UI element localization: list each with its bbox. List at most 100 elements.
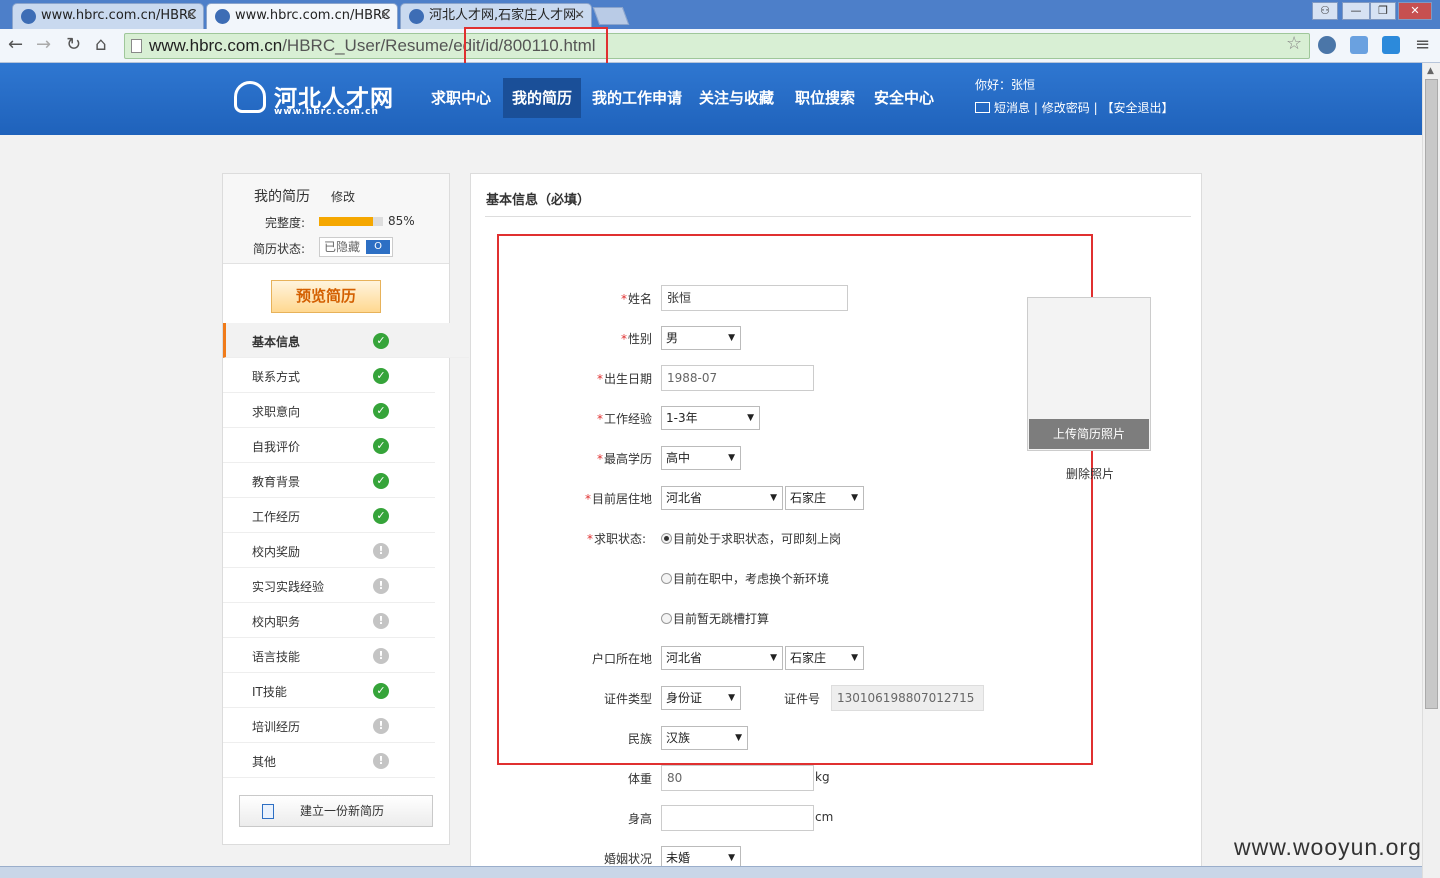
- greeting: 你好：张恒: [975, 78, 1036, 92]
- reload-icon[interactable]: ↻: [66, 34, 81, 55]
- sidebar-item[interactable]: 校内奖励!: [223, 533, 435, 568]
- sidebar-item[interactable]: 联系方式 ✓: [223, 358, 435, 393]
- user-icon[interactable]: ⚇: [1312, 2, 1338, 20]
- sidebar-item[interactable]: 自我评价 ✓: [223, 428, 435, 463]
- close-tab-icon[interactable]: ✕: [186, 4, 197, 28]
- height-unit: cm: [815, 810, 834, 824]
- sidebar-item-label: IT技能: [252, 685, 287, 699]
- job-status-option-1[interactable]: 目前处于求职状态，可即刻上岗: [661, 530, 841, 547]
- nav-security[interactable]: 安全中心: [865, 78, 943, 118]
- logout-link[interactable]: 【安全退出】: [1101, 101, 1173, 115]
- minimize-icon[interactable]: —: [1342, 2, 1370, 20]
- delete-photo-link[interactable]: 删除照片: [1066, 465, 1114, 482]
- scroll-thumb[interactable]: [1425, 79, 1438, 709]
- sidebar-item-label: 校内职务: [252, 615, 301, 629]
- id-number-label: 证件号: [784, 692, 821, 706]
- sidebar-item[interactable]: 求职意向 ✓: [223, 393, 435, 428]
- sidebar-item[interactable]: 校内职务!: [223, 603, 435, 638]
- home-icon[interactable]: ⌂: [95, 34, 106, 55]
- page-icon: [131, 39, 142, 53]
- job-status-option-2[interactable]: 目前在职中，考虑换个新环境: [661, 570, 829, 587]
- weight-input[interactable]: 80: [661, 765, 814, 791]
- extension-icon[interactable]: [1382, 36, 1400, 54]
- resume-summary: 我的简历 修改 完整度: 85% 简历状态: 已隐藏 O: [223, 174, 449, 264]
- dropdown-arrow-icon: ▼: [728, 453, 735, 463]
- restore-icon[interactable]: ❐: [1370, 2, 1396, 20]
- browser-tab-3[interactable]: 河北人才网,石家庄人才网- ✕: [400, 3, 592, 29]
- sidebar-item[interactable]: 实习实践经验!: [223, 568, 435, 603]
- back-icon[interactable]: ←: [8, 34, 23, 55]
- height-label: 身高: [627, 812, 652, 826]
- ethnic-select[interactable]: 汉族 ▼: [661, 726, 748, 750]
- browser-tab-2[interactable]: www.hbrc.com.cn/HBRC ✕: [206, 3, 398, 29]
- nav-job-search[interactable]: 职位搜索: [786, 78, 864, 118]
- dropdown-arrow-icon: ▼: [770, 653, 777, 663]
- mail-icon: [975, 102, 990, 113]
- sidebar-item-label: 基本信息: [252, 335, 301, 349]
- id-type-select[interactable]: 身份证 ▼: [661, 686, 741, 710]
- messages-link[interactable]: 短消息: [994, 101, 1030, 115]
- watermark: www.wooyun.org: [1234, 834, 1422, 860]
- sidebar-item[interactable]: 语言技能!: [223, 638, 435, 673]
- dropdown-arrow-icon: ▼: [735, 733, 742, 743]
- browser-tab-1[interactable]: www.hbrc.com.cn/HBRC ✕: [12, 3, 204, 29]
- job-status-option-3[interactable]: 目前暂无跳槽打算: [661, 610, 769, 627]
- completeness-label: 完整度:: [265, 216, 306, 230]
- extension-icon[interactable]: [1318, 36, 1336, 54]
- weight-unit: kg: [815, 770, 830, 784]
- education-select[interactable]: 高中 ▼: [661, 446, 741, 470]
- birth-date-input[interactable]: 1988-07: [661, 365, 814, 391]
- site-favicon-icon: [409, 9, 424, 24]
- close-window-icon[interactable]: ✕: [1398, 2, 1432, 20]
- experience-select[interactable]: 1-3年 ▼: [661, 406, 760, 430]
- nav-job-center[interactable]: 求职中心: [422, 78, 500, 118]
- forward-icon[interactable]: →: [36, 34, 51, 55]
- address-bar[interactable]: www.hbrc.com.cn/HBRC_User/Resume/edit/id…: [124, 33, 1310, 59]
- close-tab-icon[interactable]: ✕: [574, 4, 585, 28]
- close-tab-icon[interactable]: ✕: [380, 4, 391, 28]
- sidebar-item-label: 培训经历: [252, 720, 301, 734]
- sidebar-item[interactable]: 培训经历!: [223, 708, 435, 743]
- new-tab-button[interactable]: [592, 7, 630, 25]
- gender-select[interactable]: 男 ▼: [661, 326, 741, 350]
- toggle-switch[interactable]: O: [366, 240, 390, 254]
- scroll-up-icon[interactable]: ▲: [1427, 66, 1434, 76]
- sidebar-item-label: 其他: [252, 755, 277, 769]
- hukou-label: 户口所在地: [591, 652, 652, 666]
- nav-favorites[interactable]: 关注与收藏: [690, 78, 783, 118]
- height-input[interactable]: [661, 805, 814, 831]
- check-icon: ✓: [373, 508, 389, 524]
- hukou-city-select[interactable]: 石家庄 ▼: [785, 646, 864, 670]
- nav-my-applications[interactable]: 我的工作申请: [583, 78, 691, 118]
- sidebar-item[interactable]: 教育背景 ✓: [223, 463, 435, 498]
- edit-resume-link[interactable]: 修改: [331, 188, 355, 205]
- sidebar-item-label: 教育背景: [252, 475, 301, 489]
- warning-icon: !: [373, 578, 389, 594]
- warning-icon: !: [373, 753, 389, 769]
- extension-icon[interactable]: [1350, 36, 1368, 54]
- new-resume-button[interactable]: 建立一份新简历: [239, 795, 433, 827]
- name-input[interactable]: 张恒: [661, 285, 848, 311]
- residence-city-select[interactable]: 石家庄 ▼: [785, 486, 864, 510]
- site-header: 河北人才网 www.hbrc.com.cn 求职中心 我的简历 我的工作申请 关…: [0, 63, 1422, 135]
- id-number-input[interactable]: 130106198807012715: [831, 685, 984, 711]
- change-password-link[interactable]: 修改密码: [1042, 101, 1090, 115]
- sidebar-item[interactable]: 其他!: [223, 743, 435, 778]
- page-scrollbar[interactable]: ▲: [1422, 63, 1440, 878]
- link-separator: |: [1093, 101, 1098, 115]
- sidebar-item-label: 自我评价: [252, 440, 301, 454]
- sidebar-item[interactable]: 工作经历 ✓: [223, 498, 435, 533]
- menu-icon[interactable]: ≡: [1415, 34, 1430, 55]
- nav-my-resume[interactable]: 我的简历: [503, 78, 582, 118]
- sidebar-item[interactable]: 基本信息 ✓: [223, 323, 469, 358]
- sidebar-item[interactable]: IT技能 ✓: [223, 673, 435, 708]
- link-separator: |: [1033, 101, 1038, 115]
- bookmark-star-icon[interactable]: ☆: [1286, 33, 1302, 54]
- resume-status-toggle[interactable]: 已隐藏 O: [319, 237, 393, 257]
- url-highlight-box: [464, 27, 608, 67]
- hukou-province-select[interactable]: 河北省 ▼: [661, 646, 783, 670]
- new-resume-label: 建立一份新简历: [300, 804, 385, 818]
- residence-province-select[interactable]: 河北省 ▼: [661, 486, 783, 510]
- preview-resume-button[interactable]: 预览简历: [271, 280, 381, 313]
- upload-photo-button[interactable]: 上传简历照片: [1029, 419, 1149, 449]
